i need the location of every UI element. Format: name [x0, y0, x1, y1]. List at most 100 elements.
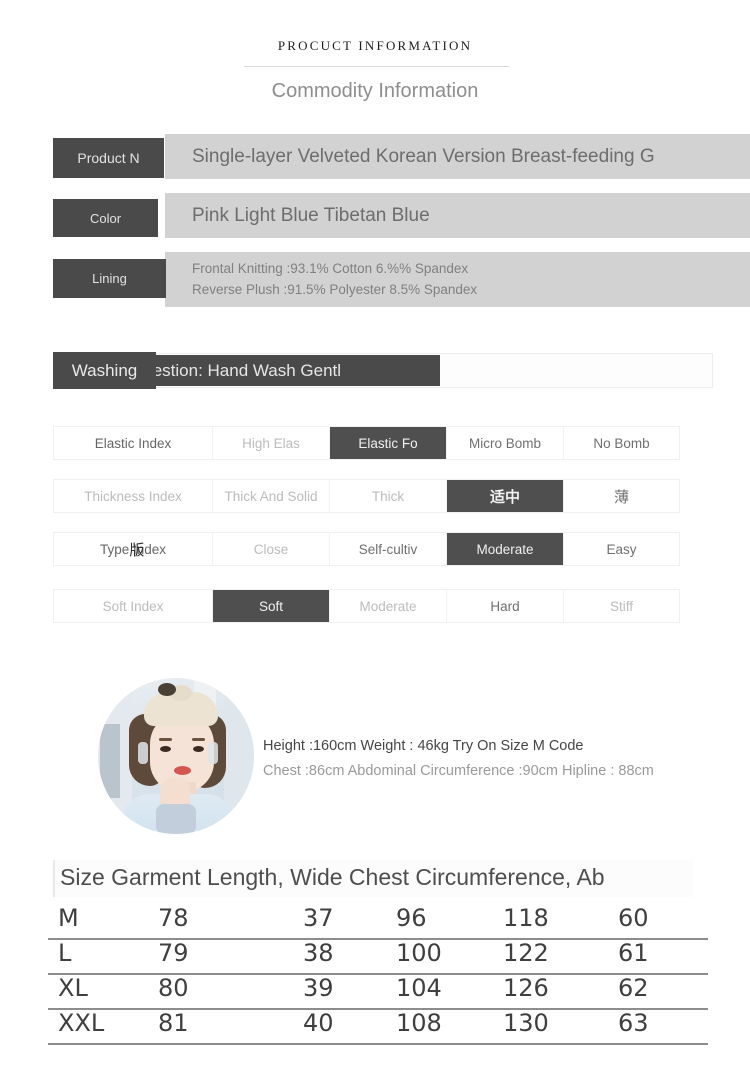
index-cell-label: Thick [371, 488, 405, 504]
index-cell-label: Soft Index [102, 598, 164, 614]
size-label: M [58, 904, 79, 932]
index-cell-soft-index-4[interactable]: Stiff [564, 590, 679, 622]
index-cell-label: Hard [490, 598, 520, 614]
index-cell-soft-index-1[interactable]: Soft [213, 590, 330, 622]
size-measure-5: 61 [618, 939, 649, 967]
size-measure-5: 60 [618, 904, 649, 932]
model-brow-left [159, 738, 172, 741]
size-measure-2: 40 [303, 1009, 334, 1037]
product-name-value: Single-layer Velveted Korean Version Bre… [165, 134, 750, 179]
model-measure-line-1: Height :160cm Weight : 46kg Try On Size … [263, 738, 584, 754]
index-row-soft: Soft Index Soft Moderate Hard Stiff [53, 589, 680, 623]
index-cell-label: 薄 [613, 487, 629, 506]
size-table-row: L 79 38 100 122 61 [48, 939, 748, 975]
index-row-thickness: Thickness Index Thick And Solid Thick 适中 薄 [53, 479, 680, 513]
index-cell-label: No Bomb [593, 435, 650, 451]
model-sleeve [156, 804, 196, 834]
size-measure-3: 104 [396, 974, 442, 1002]
size-label: L [58, 939, 72, 967]
index-cell-soft-index-2[interactable]: Moderate [330, 590, 447, 622]
index-cell-elastic-index-1[interactable]: High Elas [213, 427, 330, 459]
index-cell-type-index-4[interactable]: Easy [564, 533, 679, 565]
size-measure-3: 96 [396, 904, 427, 932]
product-name-label: Product N [53, 138, 164, 178]
index-cell-label: Elastic Fo [358, 435, 418, 451]
index-cell-label: Moderate [476, 541, 534, 557]
size-measure-3: 108 [396, 1009, 442, 1037]
index-cell-label: High Elas [242, 435, 300, 451]
size-measure-4: 126 [503, 974, 549, 1002]
size-label: XL [58, 974, 88, 1002]
size-table-row: M 78 37 96 118 60 [48, 904, 748, 940]
size-measure-5: 62 [618, 974, 649, 1002]
model-earring-left [138, 742, 148, 764]
index-cell-thickness-index-3[interactable]: 适中 [447, 480, 564, 512]
model-eye-right [193, 746, 204, 752]
index-cell-label: Moderate [359, 598, 417, 614]
page-subtitle: Commodity Information [271, 80, 479, 102]
size-measure-2: 37 [303, 904, 334, 932]
size-measure-4: 130 [503, 1009, 549, 1037]
index-cell-elastic-index-4[interactable]: No Bomb [564, 427, 679, 459]
model-headband [144, 685, 218, 726]
lining-label: Lining [53, 259, 166, 298]
index-cell-soft-index-0[interactable]: Soft Index [54, 590, 213, 622]
index-cell-type-index-1[interactable]: Close [213, 533, 330, 565]
size-measure-1: 79 [158, 939, 189, 967]
index-cell-thickness-index-2[interactable]: Thick [330, 480, 447, 512]
index-cell-type-index-0[interactable]: Type Index 版 [54, 533, 213, 565]
index-cell-label: Soft [258, 598, 283, 614]
index-cell-label: Self-cultiv [358, 541, 418, 557]
index-cell-label: Elastic Index [94, 435, 172, 451]
washing-label: Washing [53, 352, 156, 389]
index-cell-soft-index-3[interactable]: Hard [447, 590, 564, 622]
size-row-rule [48, 1008, 708, 1010]
color-value: Pink Light Blue Tibetan Blue [165, 193, 750, 238]
model-lips [174, 766, 191, 775]
lining-value-block: Frontal Knitting :93.1% Cotton 6.%% Span… [165, 252, 750, 307]
color-label: Color [53, 199, 158, 237]
model-brow-right [192, 738, 205, 741]
index-cell-thickness-index-0[interactable]: Thickness Index [54, 480, 213, 512]
size-row-rule [48, 973, 708, 975]
index-cell-label: 适中 [489, 487, 520, 506]
size-table-row: XL 80 39 104 126 62 [48, 974, 748, 1010]
index-row-type: Type Index 版 Close Self-cultiv Moderate Easy [53, 532, 680, 566]
index-cell-thickness-index-1[interactable]: Thick And Solid [213, 480, 330, 512]
page-title: PROCUCT INFORMATION [277, 38, 473, 53]
model-photo [98, 678, 254, 834]
index-cell-label: Close [253, 541, 289, 557]
size-measure-4: 118 [503, 904, 549, 932]
size-label: XXL [58, 1009, 105, 1037]
index-row-elastic: Elastic Index High Elas Elastic Fo Micro Bo… [53, 426, 680, 460]
model-measure-line-2: Chest :86cm Abdominal Circumference :90c… [263, 763, 654, 779]
index-cell-label: Stiff [609, 598, 633, 614]
size-row-rule [48, 1043, 708, 1045]
size-measure-1: 81 [158, 1009, 189, 1037]
lining-line-2: Reverse Plush :91.5% Polyester 8.5% Span… [192, 282, 478, 297]
size-row-rule [48, 938, 708, 940]
size-measure-1: 78 [158, 904, 189, 932]
title-divider [244, 66, 509, 67]
size-measure-2: 38 [303, 939, 334, 967]
size-measure-2: 39 [303, 974, 334, 1002]
index-cell-label: Micro Bomb [468, 435, 541, 451]
size-measure-4: 122 [503, 939, 549, 967]
index-cell-elastic-index-2[interactable]: Elastic Fo [330, 427, 447, 459]
size-measure-5: 63 [618, 1009, 649, 1037]
index-cell-label: Thickness Index [84, 488, 182, 504]
index-cell-elastic-index-0[interactable]: Elastic Index [54, 427, 213, 459]
model-hair-knot [158, 683, 176, 696]
index-cell-type-index-3[interactable]: Moderate [447, 533, 564, 565]
size-measure-1: 80 [158, 974, 189, 1002]
size-table-header: Size Garment Length, Wide Chest Circumfe… [60, 864, 605, 890]
model-eye-left [160, 746, 171, 752]
index-cell-label: Thick And Solid [224, 488, 318, 504]
index-cell-type-index-2[interactable]: Self-cultiv [330, 533, 447, 565]
index-cell-thickness-index-4[interactable]: 薄 [564, 480, 679, 512]
index-cell-elastic-index-3[interactable]: Micro Bomb [447, 427, 564, 459]
photo-bg-dark [100, 724, 120, 798]
model-earring-right [208, 742, 218, 764]
product-information-page: PROCUCT INFORMATION Commodity Informatio… [0, 0, 750, 1070]
size-table-row: XXL 81 40 108 130 63 [48, 1009, 748, 1045]
